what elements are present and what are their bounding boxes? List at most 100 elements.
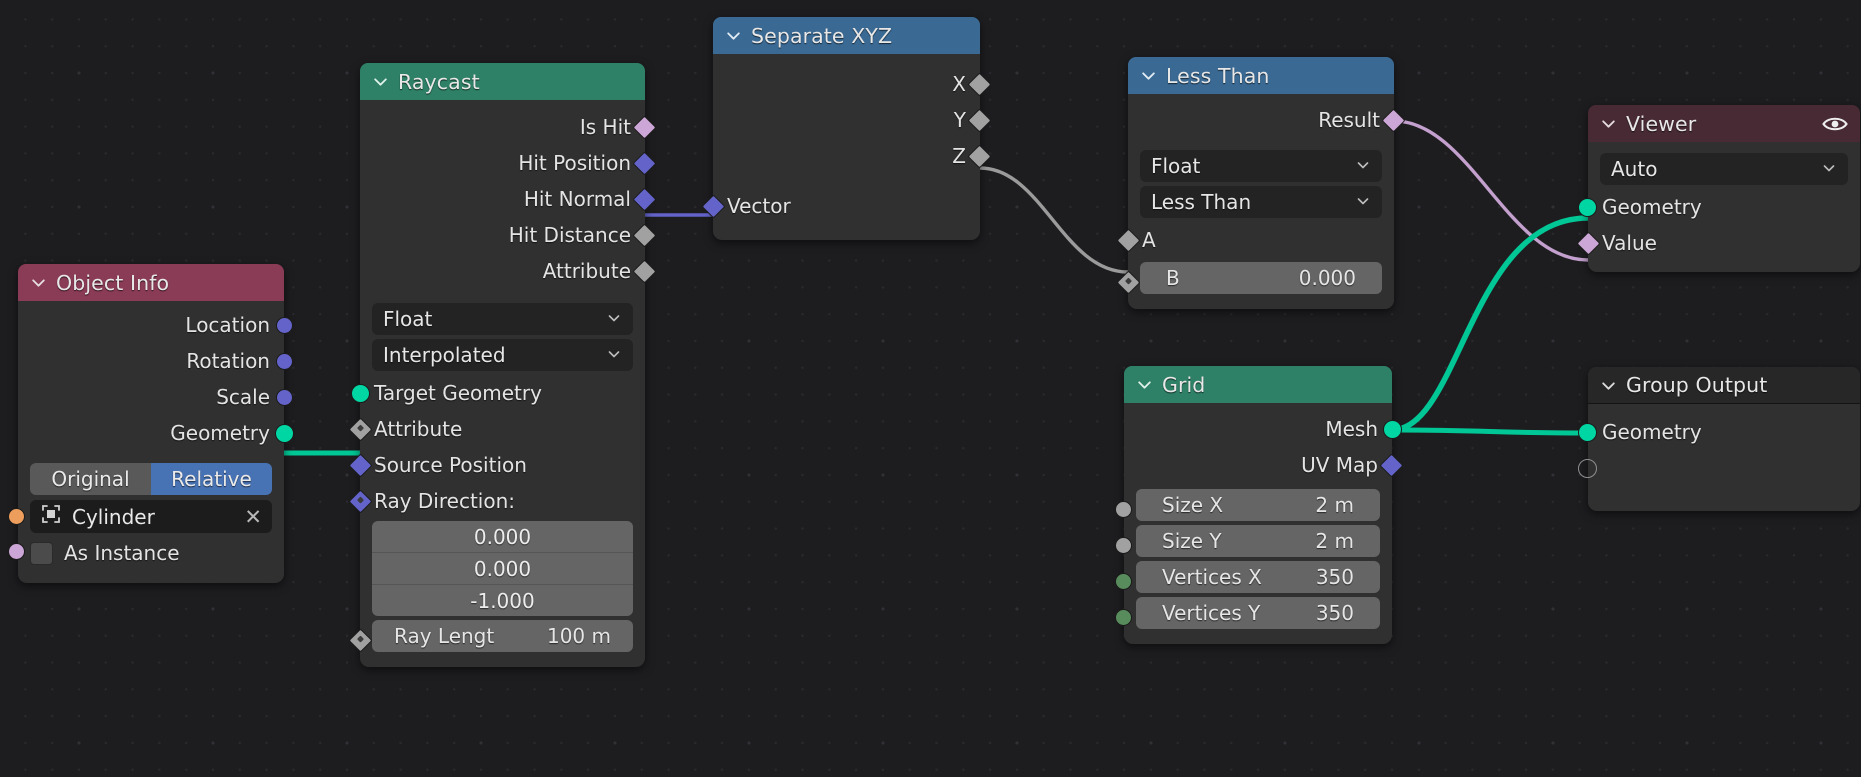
socket-output-scale[interactable] [276, 388, 293, 406]
output-row-hit-normal: Hit Normal [360, 181, 657, 217]
output-label-result: Result [1318, 108, 1380, 132]
raycast-mapping-value: Interpolated [383, 343, 506, 367]
socket-output-rotation[interactable] [276, 352, 293, 370]
ray-direction-x[interactable]: 0.000 [372, 521, 633, 553]
node-separate-xyz[interactable]: Separate XYZ X Y Z Vector [701, 17, 992, 240]
node-separate-xyz-body: X Y Z Vector [701, 54, 992, 240]
socket-output-result[interactable] [1381, 107, 1406, 133]
input-row-groupoutput-extend [1578, 450, 1860, 486]
node-viewer[interactable]: Viewer Auto Geometry Value [1576, 105, 1860, 272]
socket-output-y[interactable] [967, 107, 992, 133]
output-row-y: Y [713, 102, 992, 138]
ray-direction-z[interactable]: -1.000 [372, 585, 633, 616]
input-label-viewer-geometry: Geometry [1602, 195, 1702, 219]
chevron-down-icon [1355, 154, 1371, 178]
compare-b-field[interactable]: B 0.000 [1140, 262, 1382, 294]
transform-space-toggle[interactable]: Original Relative [30, 463, 272, 495]
output-row-is-hit: Is Hit [360, 109, 657, 145]
socket-input-vertices-y[interactable] [1115, 608, 1132, 626]
node-object-info-header[interactable]: Object Info [18, 264, 284, 301]
socket-input-size-y[interactable] [1115, 536, 1132, 554]
eye-icon[interactable] [1822, 115, 1848, 133]
socket-input-as-instance[interactable] [8, 543, 25, 560]
socket-output-mesh[interactable] [1383, 419, 1402, 439]
grid-size-x-field[interactable]: Size X 2 m [1136, 489, 1380, 521]
socket-output-geometry[interactable] [275, 423, 294, 443]
socket-output-is-hit[interactable] [632, 114, 657, 140]
node-group-output[interactable]: Group Output Geometry [1578, 367, 1860, 511]
toggle-option-original[interactable]: Original [30, 463, 151, 495]
ray-direction-y[interactable]: 0.000 [372, 553, 633, 585]
raycast-mapping-dropdown[interactable]: Interpolated [372, 339, 633, 371]
socket-input-target-geometry[interactable] [351, 383, 370, 403]
socket-output-z[interactable] [967, 143, 992, 169]
ray-direction-vector-field[interactable]: 0.000 0.000 -1.000 [372, 521, 633, 616]
node-less-than[interactable]: Less Than Result Float Less Than A B 0.0… [1116, 57, 1406, 309]
chevron-down-icon[interactable] [30, 274, 47, 291]
socket-input-b[interactable] [1116, 270, 1141, 295]
node-raycast-header[interactable]: Raycast [360, 63, 645, 100]
node-viewer-body: Auto Geometry Value [1576, 142, 1860, 272]
chevron-down-icon[interactable] [1600, 377, 1617, 394]
grid-vertices-x-value: 350 [1315, 565, 1354, 589]
grid-vertices-x-field[interactable]: Vertices X 350 [1136, 561, 1380, 593]
socket-input-groupoutput-geometry[interactable] [1578, 422, 1597, 442]
node-grid-header[interactable]: Grid [1124, 366, 1392, 403]
socket-input-viewer-geometry[interactable] [1578, 197, 1597, 217]
socket-input-vector[interactable] [701, 193, 726, 219]
object-selector-field[interactable]: Cylinder ✕ [8, 500, 272, 533]
node-group-output-header[interactable]: Group Output [1588, 367, 1860, 404]
as-instance-checkbox[interactable] [30, 541, 53, 565]
node-object-info[interactable]: Object Info Location Rotation Scale Geom… [8, 264, 294, 583]
geometry-node-editor[interactable]: Object Info Location Rotation Scale Geom… [0, 0, 1861, 777]
input-row-a: A [1116, 222, 1394, 258]
as-instance-row[interactable]: As Instance [8, 538, 272, 568]
output-row-scale: Scale [18, 379, 293, 415]
socket-output-hit-normal[interactable] [632, 186, 657, 212]
chevron-down-icon[interactable] [1600, 115, 1617, 132]
socket-input-viewer-value[interactable] [1576, 230, 1601, 256]
socket-output-x[interactable] [967, 71, 992, 97]
node-raycast[interactable]: Raycast Is Hit Hit Position Hit Normal H… [348, 63, 657, 667]
compare-operation-dropdown[interactable]: Less Than [1140, 186, 1382, 218]
compare-data-type-dropdown[interactable]: Float [1140, 150, 1382, 182]
socket-input-source-position[interactable] [348, 452, 373, 478]
input-row-groupoutput-geometry: Geometry [1578, 414, 1860, 450]
link-grid-mesh-to-viewer-geometry [1391, 215, 1589, 433]
clear-object-icon[interactable]: ✕ [244, 505, 262, 529]
node-separate-xyz-header[interactable]: Separate XYZ [713, 17, 980, 54]
socket-output-uv-map[interactable] [1379, 452, 1404, 478]
socket-input-groupoutput-extend[interactable] [1578, 458, 1597, 478]
socket-input-ray-length[interactable] [348, 628, 373, 653]
socket-input-ray-direction[interactable] [348, 488, 373, 514]
socket-output-hit-distance[interactable] [632, 222, 657, 248]
viewer-domain-dropdown[interactable]: Auto [1600, 153, 1848, 185]
compare-b-label: B [1166, 266, 1180, 290]
toggle-option-relative[interactable]: Relative [151, 463, 272, 495]
input-row-ray-direction: Ray Direction: [348, 483, 645, 519]
raycast-data-type-dropdown[interactable]: Float [372, 303, 633, 335]
node-less-than-header[interactable]: Less Than [1128, 57, 1394, 94]
chevron-down-icon [606, 307, 622, 331]
socket-input-size-x[interactable] [1115, 500, 1132, 518]
socket-input-attribute[interactable] [348, 416, 373, 442]
input-label-vector: Vector [727, 194, 791, 218]
grid-size-y-field[interactable]: Size Y 2 m [1136, 525, 1380, 557]
socket-input-vertices-x[interactable] [1115, 572, 1132, 590]
socket-input-a[interactable] [1116, 227, 1141, 253]
socket-input-object[interactable] [8, 508, 25, 525]
socket-output-attribute[interactable] [632, 258, 657, 284]
node-less-than-body: Result Float Less Than A B 0.000 [1116, 94, 1406, 309]
chevron-down-icon[interactable] [1140, 67, 1157, 84]
chevron-down-icon[interactable] [372, 73, 389, 90]
socket-output-hit-position[interactable] [632, 150, 657, 176]
socket-output-location[interactable] [276, 316, 293, 334]
ray-length-field[interactable]: Ray Lengt 100 m [372, 620, 633, 652]
grid-vertices-y-field[interactable]: Vertices Y 350 [1136, 597, 1380, 629]
chevron-down-icon[interactable] [725, 27, 742, 44]
node-grid[interactable]: Grid Mesh UV Map Size X 2 m Size Y 2 m V… [1115, 366, 1404, 644]
grid-vertices-y-label: Vertices Y [1162, 601, 1261, 625]
input-row-vector: Vector [701, 188, 980, 224]
node-viewer-header[interactable]: Viewer [1588, 105, 1860, 142]
chevron-down-icon[interactable] [1136, 376, 1153, 393]
